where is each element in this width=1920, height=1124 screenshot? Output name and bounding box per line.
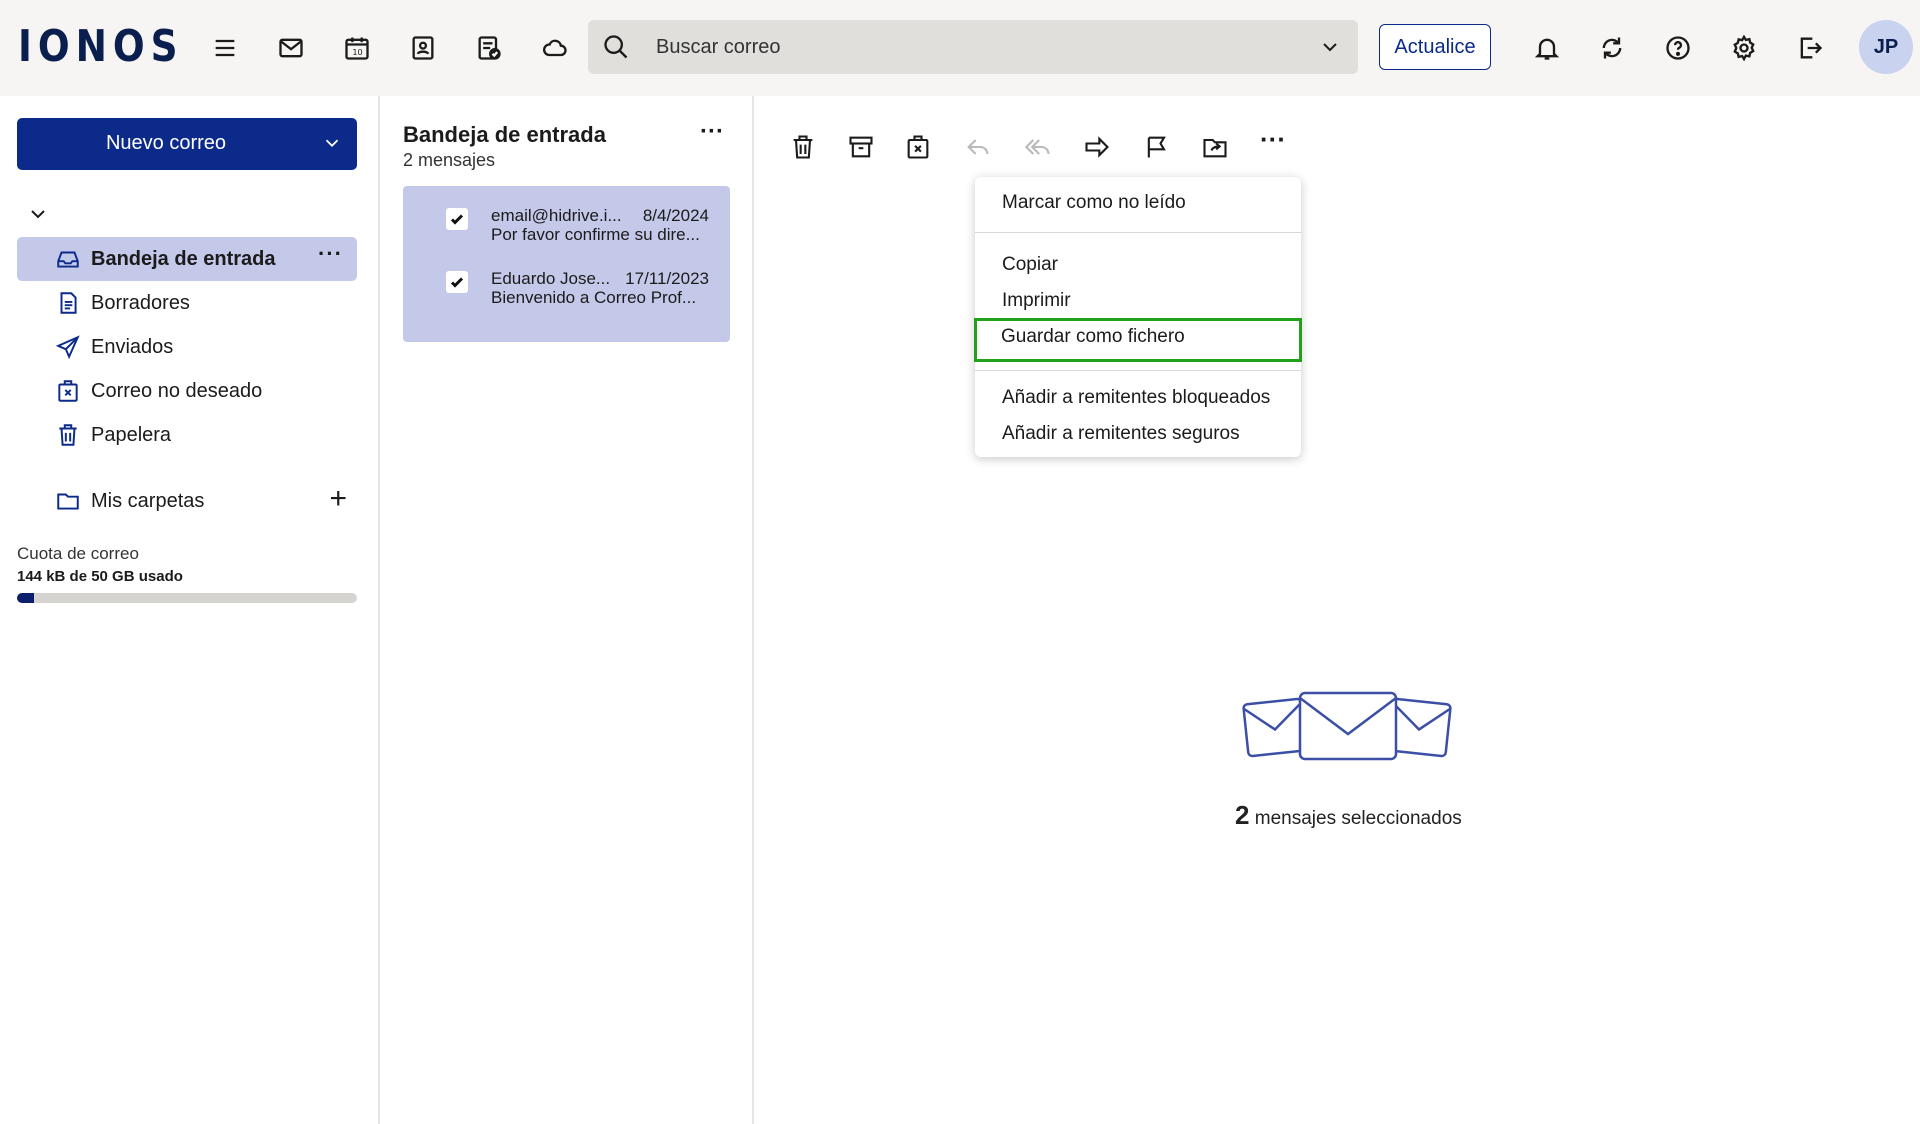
sidebar-item-inbox[interactable]: Bandeja de entrada ··· <box>17 237 357 281</box>
reading-pane: ··· <box>756 96 1920 1124</box>
spam-icon <box>55 378 81 404</box>
more-actions-menu: Marcar como no leído Copiar Imprimir Gua… <box>974 177 1302 457</box>
reply-all-icon[interactable] <box>1021 130 1055 164</box>
selection-label: mensajes seleccionados <box>1254 808 1462 829</box>
menu-item-print[interactable]: Imprimir <box>975 284 1301 318</box>
sidebar-item-label: Borradores <box>91 292 190 314</box>
quota-progress-fill <box>17 593 34 603</box>
quota-progress-bar <box>17 593 357 603</box>
move-to-folder-icon[interactable] <box>1198 130 1232 164</box>
sidebar-item-spam[interactable]: Correo no deseado <box>17 369 357 413</box>
sidebar-item-label: Mis carpetas <box>91 490 205 512</box>
checkmark-icon <box>450 214 464 225</box>
envelopes-illustration <box>1242 691 1452 761</box>
collapse-account-chevron-icon[interactable] <box>26 202 50 226</box>
svg-text:10: 10 <box>352 47 362 57</box>
selected-messages: email@hidrive.i... 8/4/2024 Por favor co… <box>403 186 730 342</box>
sidebar-item-label: Enviados <box>91 336 174 358</box>
flag-icon[interactable] <box>1140 130 1174 164</box>
sidebar-item-label: Papelera <box>91 424 172 446</box>
message-subject: Por favor confirme su dire... <box>491 225 700 244</box>
contacts-icon[interactable] <box>403 28 443 68</box>
folder-icon <box>55 488 81 514</box>
sidebar-item-label: Bandeja de entrada <box>91 248 276 270</box>
message-count: 2 mensajes <box>403 150 496 170</box>
selection-count: 2 <box>1235 800 1250 830</box>
bell-icon[interactable] <box>1527 28 1567 68</box>
new-mail-button[interactable]: Nuevo correo <box>17 118 357 170</box>
menu-item-safe-sender[interactable]: Añadir a remitentes seguros <box>975 417 1301 451</box>
delete-icon[interactable] <box>786 130 820 164</box>
cloud-icon[interactable] <box>535 28 575 68</box>
list-more-options-icon[interactable]: ··· <box>700 118 724 146</box>
sidebar: Nuevo correo Bandeja de entrada ··· Borr… <box>0 96 380 1124</box>
new-mail-label: Nuevo correo <box>105 132 227 154</box>
menu-item-save-as-file[interactable]: Guardar como fichero <box>974 318 1302 362</box>
selection-summary: 2 mensajes seleccionados <box>1235 800 1462 831</box>
sidebar-item-drafts[interactable]: Borradores <box>17 281 357 325</box>
more-actions-icon[interactable]: ··· <box>1260 124 1286 155</box>
message-sender: Eduardo Jose... <box>491 269 611 288</box>
list-title: Bandeja de entrada <box>403 122 606 147</box>
inbox-icon <box>55 246 81 272</box>
chevron-down-icon[interactable] <box>1318 35 1342 59</box>
more-options-icon[interactable]: ··· <box>318 241 343 267</box>
tasks-icon[interactable] <box>469 28 509 68</box>
avatar[interactable]: JP <box>1859 20 1913 74</box>
forward-icon[interactable] <box>1080 130 1114 164</box>
calendar-icon[interactable]: 10 <box>337 28 377 68</box>
list-item[interactable]: Eduardo Jose... 17/11/2023 Bienvenido a … <box>403 259 730 323</box>
chevron-down-icon[interactable] <box>321 132 343 154</box>
mail-icon[interactable] <box>271 28 311 68</box>
ionos-logo[interactable]: IONOS <box>18 22 183 72</box>
menu-item-copy[interactable]: Copiar <box>975 248 1301 282</box>
help-icon[interactable] <box>1658 28 1698 68</box>
message-sender: email@hidrive.i... <box>491 206 622 225</box>
sidebar-item-sent[interactable]: Enviados <box>17 325 357 369</box>
sidebar-item-label: Correo no deseado <box>91 380 263 402</box>
message-date: 17/11/2023 <box>625 269 709 288</box>
message-checkbox[interactable] <box>446 208 468 230</box>
sidebar-item-my-folders[interactable]: Mis carpetas + <box>17 479 357 523</box>
menu-item-mark-unread[interactable]: Marcar como no leído <box>975 186 1301 220</box>
sent-icon <box>55 334 81 360</box>
menu-divider <box>975 370 1301 371</box>
message-checkbox[interactable] <box>446 271 468 293</box>
drafts-icon <box>55 290 81 316</box>
search-icon[interactable] <box>602 33 630 61</box>
add-folder-icon[interactable]: + <box>329 483 347 515</box>
search-bar <box>588 20 1358 74</box>
top-bar: IONOS 10 Actualice JP <box>0 0 1920 96</box>
search-input[interactable] <box>656 20 1276 74</box>
sync-icon[interactable] <box>1592 28 1632 68</box>
sidebar-item-trash[interactable]: Papelera <box>17 413 357 457</box>
message-date: 8/4/2024 <box>642 206 709 225</box>
upgrade-button[interactable]: Actualice <box>1379 24 1491 70</box>
list-item[interactable]: email@hidrive.i... 8/4/2024 Por favor co… <box>403 196 730 260</box>
message-list: Bandeja de entrada 2 mensajes ··· email@… <box>382 96 754 1124</box>
menu-item-block-sender[interactable]: Añadir a remitentes bloqueados <box>975 381 1301 415</box>
menu-divider <box>975 232 1301 233</box>
checkmark-icon <box>450 277 464 288</box>
archive-icon[interactable] <box>844 130 878 164</box>
spam-icon[interactable] <box>901 130 935 164</box>
reply-icon[interactable] <box>961 130 995 164</box>
logout-icon[interactable] <box>1790 28 1830 68</box>
message-subject: Bienvenido a Correo Prof... <box>491 288 697 307</box>
quota-value: 144 kB de 50 GB usado <box>17 568 183 585</box>
quota-label: Cuota de correo <box>17 544 139 563</box>
menu-icon[interactable] <box>205 28 245 68</box>
gear-icon[interactable] <box>1724 28 1764 68</box>
trash-icon <box>55 422 81 448</box>
